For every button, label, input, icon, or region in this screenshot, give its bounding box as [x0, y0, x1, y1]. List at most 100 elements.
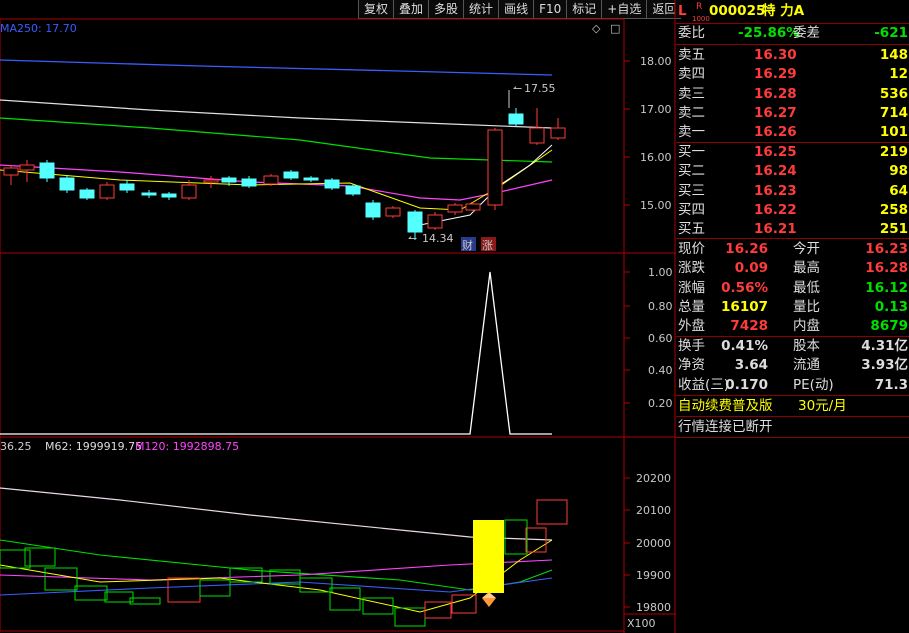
candle-body: [79, 189, 95, 199]
sell-volume: 536: [879, 85, 908, 102]
quote-stat-label2: 今开: [793, 241, 820, 257]
y-tick-label: 20100: [636, 504, 671, 517]
buy-volume: 258: [879, 201, 908, 218]
divider: [676, 416, 909, 417]
sell-level-label: 卖一: [678, 124, 705, 141]
candle-body: [221, 177, 237, 183]
y-tick-label: 18.00: [640, 55, 672, 68]
y-tick-label: 17.00: [640, 103, 672, 116]
buy-level[interactable]: 买四 16.22 258: [676, 201, 909, 220]
quote-stat-label: 总量: [678, 298, 705, 315]
buy-price: 16.25: [754, 144, 797, 160]
promo-row[interactable]: 自动续费普及版 30元/月: [676, 397, 909, 416]
fin-stat: 净资 3.64 流通 3.93亿: [676, 356, 909, 375]
fin-stat-value2: 3.93亿: [861, 357, 908, 374]
quote-stat-label: 外盘: [678, 318, 705, 335]
candle-body: [487, 129, 503, 206]
sell-level[interactable]: 卖五 16.30 148: [676, 46, 909, 65]
volume-box: [451, 594, 477, 614]
sell-level[interactable]: 卖三 16.28 536: [676, 85, 909, 104]
weicha-label: 委差: [793, 25, 820, 41]
quote-stat-label: 涨跌: [678, 260, 705, 277]
quote-stat-label: 现价: [678, 241, 705, 257]
quote-stat-value2: 16.12: [865, 279, 908, 296]
buy-level-label: 买五: [678, 221, 705, 238]
fin-stat-value2: 4.31亿: [861, 338, 908, 354]
sell-level-label: 卖四: [678, 66, 705, 83]
sell-level-label: 卖五: [678, 47, 705, 63]
candle-body: [550, 127, 566, 139]
sell-price: 16.28: [754, 85, 797, 102]
fin-stat-label2: 流通: [793, 357, 820, 374]
candle-body: [39, 162, 55, 179]
sell-level[interactable]: 卖四 16.29 12: [676, 65, 909, 84]
highlight-bar: [473, 520, 504, 593]
promo-price: 30元/月: [798, 398, 847, 414]
sell-price: 16.30: [754, 47, 797, 63]
sell-price: 16.29: [754, 66, 797, 83]
fin-stat: 收益(三) 0.170 PE(动) 71.3: [676, 376, 909, 395]
volume-box: [44, 567, 78, 591]
quote-stat-label2: 内盘: [793, 318, 820, 335]
candle-body: [283, 171, 299, 179]
high-arrow: ↼: [513, 82, 522, 95]
square-icon: □: [610, 22, 620, 35]
promo-text: 自动续费普及版: [678, 398, 773, 414]
quote-stat-value2: 8679: [870, 318, 908, 335]
sell-price: 16.26: [754, 124, 797, 141]
tag-finance: 财: [462, 238, 473, 252]
quote-stat: 现价 16.26 今开 16.23: [676, 240, 909, 259]
fin-stat-label: 换手: [678, 338, 705, 354]
buy-volume: 251: [879, 221, 908, 238]
candle-body: [365, 202, 381, 218]
quote-stat-value2: 16.23: [865, 241, 908, 257]
legend-m120: M120: 1992898.75: [135, 440, 239, 453]
weicha-value: -621: [874, 25, 908, 41]
fin-stat-value: 0.170: [725, 376, 768, 393]
buy-level-label: 买四: [678, 201, 705, 218]
buy-level[interactable]: 买一 16.25 219: [676, 143, 909, 162]
y-tick-label: 20200: [636, 472, 671, 485]
divider: [676, 437, 909, 438]
quote-stat-value2: 16.28: [865, 260, 908, 277]
weibi-value: -25.86%: [738, 25, 800, 41]
divider: [676, 395, 909, 396]
sell-level-label: 卖二: [678, 104, 705, 121]
diamond-icon: ◇: [592, 22, 601, 35]
buy-volume: 64: [889, 182, 908, 199]
fin-stat-label2: 股本: [793, 338, 820, 354]
kline-chart-area: MA250: 17.70 ◇ □18.0017.0016.0015.0017.55↼…: [0, 0, 676, 633]
volume-box: [394, 607, 426, 627]
volume-box: [104, 591, 134, 603]
quote-stat: 涨幅 0.56% 最低 16.12: [676, 279, 909, 298]
volume-box: [329, 587, 361, 611]
candle-body: [447, 204, 463, 213]
buy-price: 16.21: [754, 221, 797, 238]
sell-level[interactable]: 卖二 16.27 714: [676, 104, 909, 123]
ma250-label: MA250: 17.70: [0, 22, 77, 35]
volume-box: [167, 577, 201, 603]
candle-body: [303, 177, 319, 181]
y-tick-label: 19800: [636, 601, 671, 614]
signal-line: [0, 271, 552, 435]
candle-body: [181, 184, 197, 199]
buy-level[interactable]: 买三 16.23 64: [676, 182, 909, 201]
quote-stat: 外盘 7428 内盘 8679: [676, 317, 909, 336]
marker-diamond-icon: [482, 598, 496, 607]
sell-level[interactable]: 卖一 16.26 101: [676, 123, 909, 142]
quote-stat-label2: 最高: [793, 260, 820, 277]
fin-stat-value2: 71.3: [874, 376, 908, 393]
candle-body: [385, 207, 401, 217]
fin-stat: 换手 0.41% 股本 4.31亿: [676, 337, 909, 356]
y-tick-label: 0.20: [648, 397, 673, 410]
candle-body: [427, 214, 443, 229]
buy-level[interactable]: 买二 16.24 98: [676, 162, 909, 181]
volume-box: [129, 597, 161, 605]
stock-header[interactable]: L R 1000 000025 特 力A: [676, 2, 909, 23]
connection-status-text: 行情连接已断开: [678, 419, 773, 435]
candle-body: [508, 113, 524, 125]
buy-level[interactable]: 买五 16.21 251: [676, 220, 909, 239]
fin-stat-label: 收益(三): [678, 376, 730, 393]
divider: [676, 238, 909, 239]
y-tick-label: 0.80: [648, 300, 673, 313]
